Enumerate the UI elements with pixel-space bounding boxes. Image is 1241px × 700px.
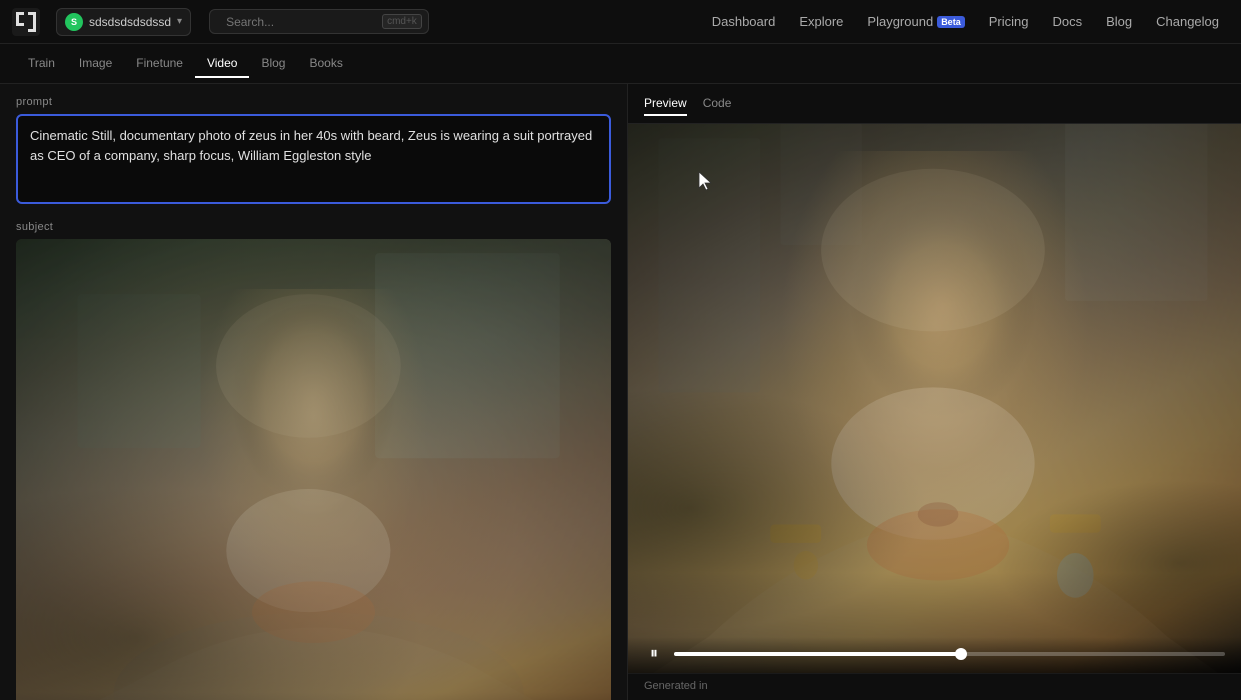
subject-image <box>16 239 611 700</box>
right-panel-header: Preview Code <box>628 84 1241 124</box>
nav-pricing[interactable]: Pricing <box>979 9 1039 34</box>
account-selector[interactable]: S sdsdsdsdsdssd ▾ <box>56 8 191 36</box>
search-input[interactable] <box>226 15 376 29</box>
tab-blog[interactable]: Blog <box>249 50 297 78</box>
tab-finetune[interactable]: Finetune <box>124 50 195 78</box>
prompt-label: prompt <box>16 96 611 108</box>
top-nav: S sdsdsdsdsdssd ▾ cmd+k Dashboard Explor… <box>0 0 1241 44</box>
beta-badge: Beta <box>937 16 965 28</box>
generated-image: ⏸ <box>628 124 1241 673</box>
nav-playground[interactable]: Playground Beta <box>857 9 974 34</box>
subject-image-container[interactable] <box>16 239 611 700</box>
nav-explore[interactable]: Explore <box>789 9 853 34</box>
tab-books[interactable]: Books <box>297 50 354 78</box>
nav-docs[interactable]: Docs <box>1042 9 1092 34</box>
app-logo[interactable] <box>12 8 40 36</box>
subject-svg-overlay <box>16 239 611 700</box>
avatar: S <box>65 13 83 31</box>
tab-video[interactable]: Video <box>195 50 249 78</box>
main-layout: prompt Cinematic Still, documentary phot… <box>0 84 1241 700</box>
nav-dashboard[interactable]: Dashboard <box>702 9 786 34</box>
preview-area[interactable]: ⏸ <box>628 124 1241 673</box>
tab-train[interactable]: Train <box>16 50 67 78</box>
prompt-textarea[interactable]: Cinematic Still, documentary photo of ze… <box>16 114 611 204</box>
video-progress-bar[interactable] <box>674 652 1225 656</box>
nav-changelog[interactable]: Changelog <box>1146 9 1229 34</box>
progress-bar-fill <box>674 652 961 656</box>
tab-preview[interactable]: Preview <box>644 92 687 116</box>
play-pause-button[interactable]: ⏸ <box>644 645 664 663</box>
generated-in-label: Generated in <box>644 680 708 692</box>
account-name: sdsdsdsdsdssd <box>89 15 171 29</box>
tab-image[interactable]: Image <box>67 50 124 78</box>
nav-links: Dashboard Explore Playground Beta Pricin… <box>702 9 1229 34</box>
search-shortcut: cmd+k <box>382 14 422 29</box>
cursor <box>698 171 714 194</box>
chevron-down-icon: ▾ <box>177 16 182 27</box>
nav-blog[interactable]: Blog <box>1096 9 1142 34</box>
progress-thumb[interactable] <box>955 648 967 660</box>
right-panel: Preview Code <box>628 84 1241 700</box>
tab-code[interactable]: Code <box>703 92 732 116</box>
sub-nav: Train Image Finetune Video Blog Books <box>0 44 1241 84</box>
video-controls: ⏸ <box>628 637 1241 673</box>
logo-icon <box>12 8 40 36</box>
search-box[interactable]: cmd+k <box>209 9 429 34</box>
right-panel-footer: Generated in <box>628 673 1241 700</box>
left-panel: prompt Cinematic Still, documentary phot… <box>0 84 628 700</box>
generated-svg-overlay <box>628 124 1241 673</box>
subject-label: subject <box>16 221 611 233</box>
